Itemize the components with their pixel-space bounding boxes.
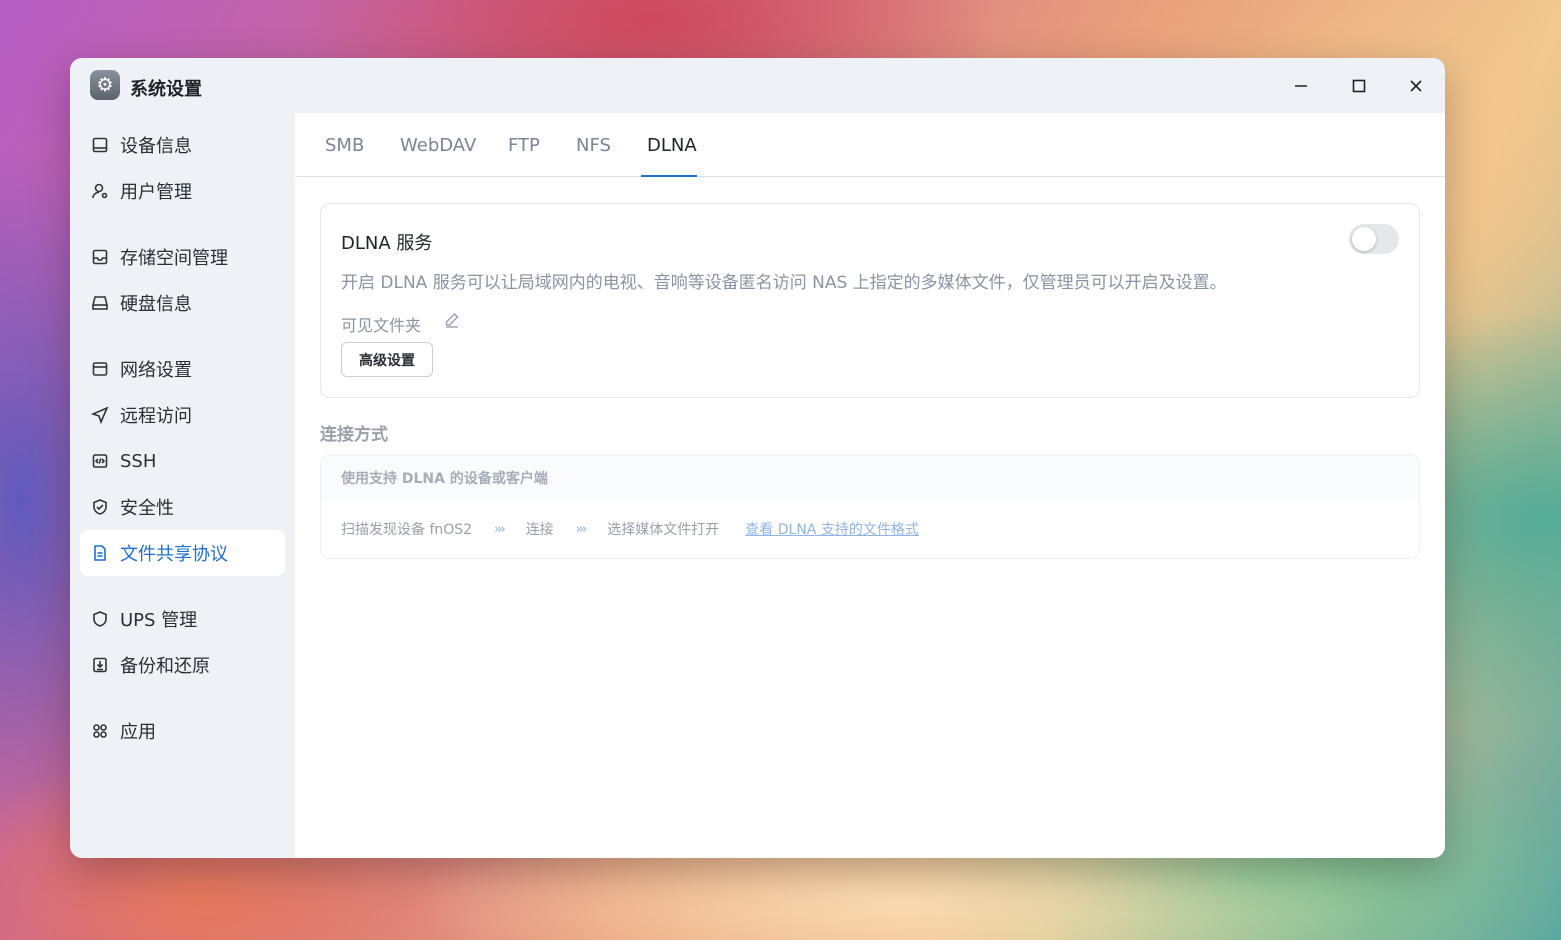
sidebar-item-backup[interactable]: 备份和还原 (80, 642, 285, 688)
tab-ftp[interactable]: FTP (508, 135, 540, 156)
sidebar-item-label: UPS 管理 (120, 610, 198, 631)
dlna-service-description: 开启 DLNA 服务可以让局域网内的电视、音响等设备匿名访问 NAS 上指定的多… (341, 273, 1227, 293)
sidebar-item-security[interactable]: 安全性 (80, 484, 285, 530)
active-tab-indicator (641, 175, 697, 177)
send-icon (90, 405, 110, 425)
code-icon (90, 451, 110, 471)
sidebar-item-label: 设备信息 (120, 136, 192, 157)
sidebar-item-ups[interactable]: UPS 管理 (80, 596, 285, 642)
close-button[interactable] (1402, 72, 1430, 100)
sidebar: 设备信息 用户管理 存储空间管理 硬盘信息 网络设置 远程访问 SSH 安全性 … (80, 122, 285, 754)
step-arrow: ››› (494, 521, 506, 537)
sidebar-item-network[interactable]: 网络设置 (80, 346, 285, 392)
connection-header-text: 使用支持 DLNA 的设备或客户端 (341, 470, 548, 487)
sidebar-item-label: 硬盘信息 (120, 294, 192, 315)
advanced-settings-button[interactable]: 高级设置 (341, 342, 433, 377)
tab-dlna[interactable]: DLNA (647, 135, 697, 156)
title-bar: ⚙ 系统设置 (70, 58, 1445, 114)
sidebar-item-label: 文件共享协议 (120, 544, 228, 565)
shield-check-icon (90, 497, 110, 517)
close-icon (1410, 80, 1422, 92)
gear-icon: ⚙ (90, 70, 120, 100)
maximize-button[interactable] (1345, 72, 1373, 100)
sidebar-item-label: 备份和还原 (120, 656, 210, 677)
main-content: SMB WebDAV FTP NFS DLNA DLNA 服务 开启 DLNA … (295, 113, 1445, 858)
tab-smb[interactable]: SMB (325, 135, 364, 156)
sidebar-item-label: 远程访问 (120, 406, 192, 427)
apps-icon (90, 721, 110, 741)
sidebar-item-label: 网络设置 (120, 360, 192, 381)
sidebar-item-ssh[interactable]: SSH (80, 438, 285, 484)
tab-webdav[interactable]: WebDAV (400, 135, 476, 156)
sidebar-item-label: 存储空间管理 (120, 248, 228, 269)
network-icon (90, 359, 110, 379)
visible-folder-label: 可见文件夹 (341, 316, 422, 335)
sidebar-item-file-sharing[interactable]: 文件共享协议 (80, 530, 285, 576)
connection-steps: 扫描发现设备 fnOS2 ››› 连接 ››› 选择媒体文件打开 查看 DLNA… (341, 519, 919, 539)
dlna-service-title: DLNA 服务 (341, 233, 433, 254)
connection-card: 使用支持 DLNA 的设备或客户端 扫描发现设备 fnOS2 ››› 连接 ››… (320, 454, 1420, 559)
user-icon (90, 181, 110, 201)
sidebar-item-user-management[interactable]: 用户管理 (80, 168, 285, 214)
step-open-media: 选择媒体文件打开 (607, 522, 720, 538)
backup-icon (90, 655, 110, 675)
supported-formats-link[interactable]: 查看 DLNA 支持的文件格式 (745, 519, 919, 539)
edit-icon[interactable] (443, 311, 463, 331)
dlna-service-card: DLNA 服务 开启 DLNA 服务可以让局域网内的电视、音响等设备匿名访问 N… (320, 203, 1420, 398)
settings-window: ⚙ 系统设置 设备信息 用户管理 存储空间管理 硬盘信息 网络设置 远程访问 S… (70, 58, 1445, 858)
tab-nfs[interactable]: NFS (576, 135, 611, 156)
step-scan: 扫描发现设备 fnOS2 (341, 522, 473, 538)
connection-header: 使用支持 DLNA 的设备或客户端 (321, 455, 1419, 500)
device-icon (90, 135, 110, 155)
sidebar-item-disk-info[interactable]: 硬盘信息 (80, 280, 285, 326)
sidebar-item-storage[interactable]: 存储空间管理 (80, 234, 285, 280)
sidebar-item-label: 安全性 (120, 498, 174, 519)
protocol-tabs: SMB WebDAV FTP NFS DLNA (295, 113, 1445, 177)
sidebar-item-label: 用户管理 (120, 182, 192, 203)
disk-icon (90, 293, 110, 313)
step-arrow: ››› (575, 521, 588, 537)
minimize-icon (1295, 85, 1307, 87)
sidebar-item-apps[interactable]: 应用 (80, 708, 285, 754)
sidebar-item-label: 应用 (120, 722, 156, 743)
file-icon (90, 543, 110, 563)
shield-icon (90, 609, 110, 629)
sidebar-item-label: SSH (120, 450, 157, 472)
storage-icon (90, 247, 110, 267)
connection-section-title: 连接方式 (320, 425, 388, 445)
toggle-knob (1352, 227, 1376, 251)
minimize-button[interactable] (1287, 72, 1315, 100)
sidebar-item-device-info[interactable]: 设备信息 (80, 122, 285, 168)
dlna-service-toggle[interactable] (1349, 224, 1399, 254)
maximize-icon (1352, 79, 1366, 93)
window-title: 系统设置 (130, 79, 202, 100)
sidebar-item-remote-access[interactable]: 远程访问 (80, 392, 285, 438)
step-connect: 连接 (525, 522, 554, 538)
